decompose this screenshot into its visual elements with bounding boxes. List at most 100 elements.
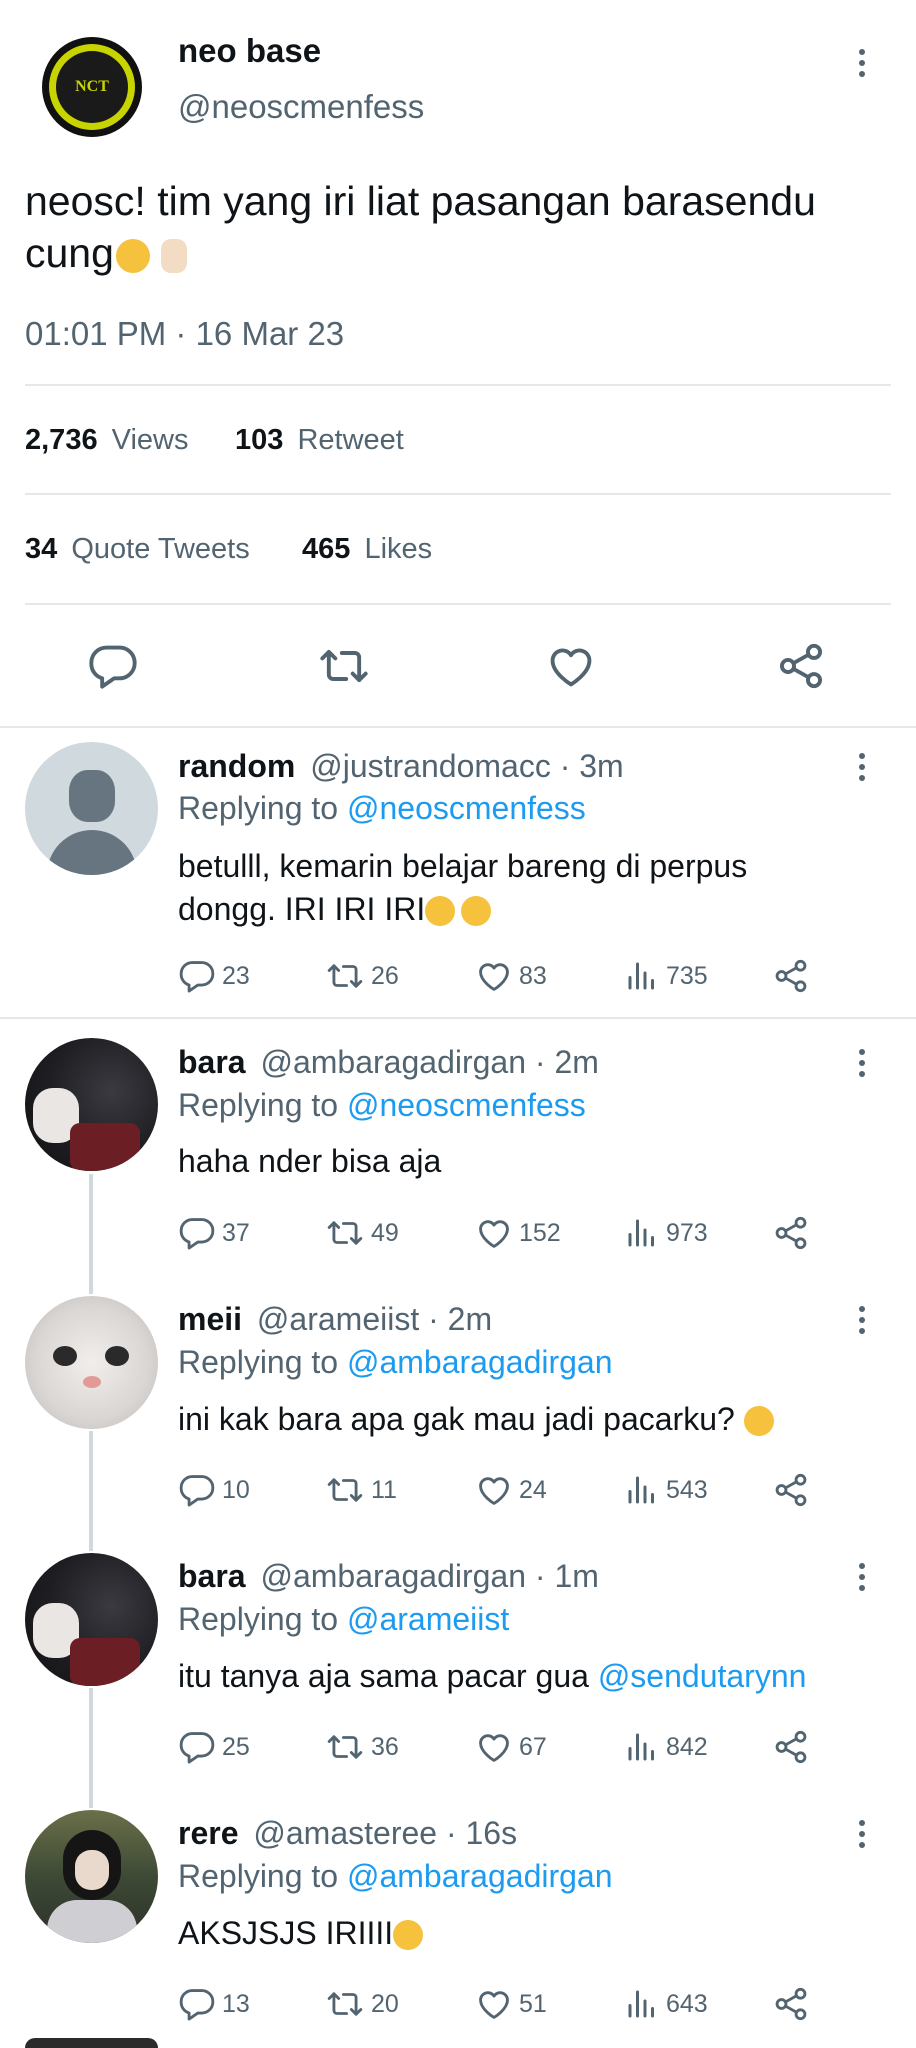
author-handle[interactable]: @neoscmenfess [178, 88, 424, 126]
views-stat[interactable]: 2,736 Views [25, 424, 188, 457]
replying-mention-link[interactable]: @ambaragadirgan [347, 1344, 613, 1380]
more-vertical-icon[interactable] [847, 747, 877, 787]
pointing-up-emoji-icon [161, 239, 188, 273]
likes-stat[interactable]: 465 Likes [302, 533, 432, 566]
more-vertical-icon[interactable] [847, 1300, 877, 1340]
like-action[interactable]: 51 [475, 1985, 547, 2023]
views-bar-icon [624, 1728, 660, 1766]
likes-count: 465 [302, 533, 351, 565]
views-bar-icon [624, 1471, 660, 1509]
reply-action[interactable]: 25 [178, 1728, 250, 1766]
retweet-action[interactable]: 36 [325, 1728, 399, 1766]
like-action[interactable]: 24 [475, 1471, 547, 1509]
share-action[interactable] [772, 1471, 810, 1509]
default-avatar[interactable] [25, 742, 158, 875]
reply-author-handle[interactable]: @ambaragadirgan [260, 1044, 526, 1080]
retweet-count: 36 [371, 1732, 399, 1761]
retweet-button[interactable] [317, 640, 371, 692]
share-action[interactable] [772, 1728, 810, 1766]
views-action[interactable]: 643 [624, 1985, 708, 2023]
reply-author-handle[interactable]: @justrandomacc [310, 748, 551, 784]
reply-text: betulll, kemarin belajar bareng di perpu… [178, 845, 898, 931]
replying-to: Replying to @ambaragadirgan [178, 1858, 613, 1895]
like-action[interactable]: 83 [475, 957, 547, 995]
reply-action[interactable]: 13 [178, 1985, 250, 2023]
views-action[interactable]: 842 [624, 1728, 708, 1766]
retweet-stat[interactable]: 103 Retweet [235, 424, 404, 457]
retweet-count: 11 [371, 1475, 397, 1504]
user-avatar[interactable] [25, 1553, 158, 1686]
reply-author-name[interactable]: rere [178, 1815, 239, 1851]
author-name[interactable]: neo base [178, 32, 321, 70]
reply-author-handle[interactable]: @amasteree [253, 1815, 437, 1851]
share-icon [772, 1985, 810, 2023]
thread-line [89, 1174, 93, 1294]
retweet-action[interactable]: 26 [325, 957, 399, 995]
nct-logo-avatar[interactable]: NCT [42, 37, 142, 137]
more-vertical-icon[interactable] [847, 43, 877, 83]
reply-bubble-icon [178, 1214, 216, 1252]
user-avatar[interactable] [25, 1810, 158, 1943]
retweet-count: 20 [371, 1989, 399, 2018]
retweet-action[interactable]: 11 [325, 1471, 397, 1509]
share-action[interactable] [772, 957, 810, 995]
replying-mention-link[interactable]: @neoscmenfess [347, 1087, 586, 1123]
replying-mention-link[interactable]: @ambaragadirgan [347, 1858, 613, 1894]
reply-text-body: ini kak bara apa gak mau jadi pacarku? [178, 1401, 735, 1437]
cat-photo-avatar[interactable] [25, 1296, 158, 1429]
views-action[interactable]: 973 [624, 1214, 708, 1252]
replying-mention-link[interactable]: @neoscmenfess [347, 790, 586, 826]
more-vertical-icon[interactable] [847, 1557, 877, 1597]
reply-action[interactable]: 10 [178, 1471, 250, 1509]
reply-time: · 2m [534, 1044, 599, 1080]
reply-header: random @justrandomacc · 3m [178, 748, 624, 785]
views-count: 643 [666, 1989, 708, 2018]
quote-stat[interactable]: 34 Quote Tweets [25, 533, 250, 566]
replying-mention-link[interactable]: @arameiist [347, 1601, 509, 1637]
more-vertical-icon[interactable] [847, 1814, 877, 1854]
reply-author-handle[interactable]: @arameiist [257, 1301, 419, 1337]
reply-header: bara @ambaragadirgan · 1m [178, 1558, 599, 1595]
reply-header: meii @arameiist · 2m [178, 1301, 492, 1338]
reply-count: 10 [222, 1475, 250, 1504]
retweet-label: Retweet [297, 424, 404, 456]
retweet-icon [325, 957, 365, 995]
retweet-icon [317, 640, 371, 692]
likes-label: Likes [364, 533, 433, 565]
views-action[interactable]: 543 [624, 1471, 708, 1509]
retweet-action[interactable]: 49 [325, 1214, 399, 1252]
divider [0, 726, 916, 728]
views-count: 2,736 [25, 424, 98, 456]
views-count: 543 [666, 1475, 708, 1504]
more-vertical-icon[interactable] [847, 1043, 877, 1083]
share-action[interactable] [772, 1985, 810, 2023]
views-bar-icon [624, 1214, 660, 1252]
reply-button[interactable] [87, 640, 139, 692]
replying-prefix: Replying to [178, 790, 339, 826]
share-icon [772, 1728, 810, 1766]
like-button[interactable] [545, 640, 597, 692]
mention-link[interactable]: @sendutarynn [598, 1658, 807, 1694]
user-avatar[interactable] [25, 1038, 158, 1171]
reply-author-name[interactable]: bara [178, 1044, 246, 1080]
replying-prefix: Replying to [178, 1858, 339, 1894]
crying-cat-emoji-icon [425, 896, 456, 926]
views-action[interactable]: 735 [624, 957, 708, 995]
share-button[interactable] [775, 640, 827, 692]
replying-prefix: Replying to [178, 1601, 339, 1637]
views-label: Views [111, 424, 189, 456]
like-action[interactable]: 67 [475, 1728, 547, 1766]
reply-author-handle[interactable]: @ambaragadirgan [260, 1558, 526, 1594]
like-action[interactable]: 152 [475, 1214, 561, 1252]
reply-action[interactable]: 23 [178, 957, 250, 995]
share-action[interactable] [772, 1214, 810, 1252]
reply-author-name[interactable]: meii [178, 1301, 242, 1337]
next-reply-avatar-partial [25, 2038, 158, 2048]
retweet-action[interactable]: 20 [325, 1985, 399, 2023]
reply-action[interactable]: 37 [178, 1214, 250, 1252]
reply-author-name[interactable]: bara [178, 1558, 246, 1594]
retweet-icon [325, 1985, 365, 2023]
tweet-timestamp[interactable]: 01:01 PM · 16 Mar 23 [25, 315, 344, 353]
like-count: 51 [519, 1989, 547, 2018]
reply-author-name[interactable]: random [178, 748, 295, 784]
